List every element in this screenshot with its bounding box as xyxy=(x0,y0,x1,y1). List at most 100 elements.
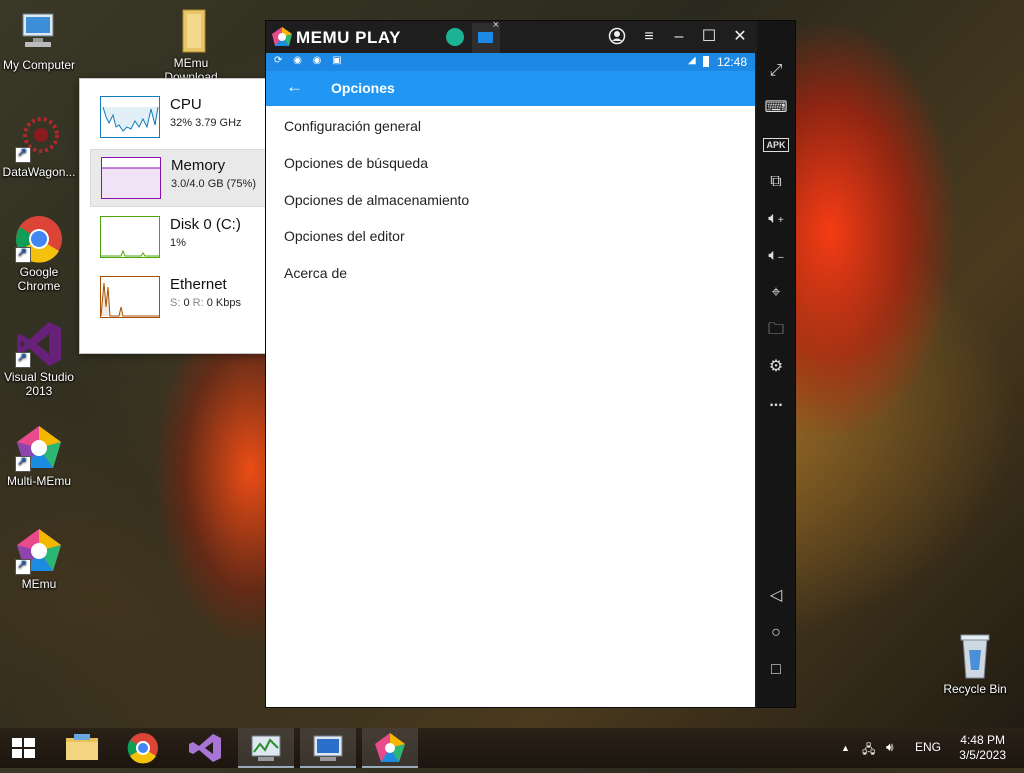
recent-apps-icon[interactable]: □ xyxy=(757,657,795,683)
ethernet-graph xyxy=(100,276,160,318)
desktop-icon-label: DataWagon... xyxy=(2,165,76,179)
receive-label: R: xyxy=(192,297,204,309)
taskbar-chrome[interactable] xyxy=(115,728,171,768)
desktop-icon-memu-download[interactable]: MEmu Download xyxy=(152,6,230,84)
desktop-icon-label: Recycle Bin xyxy=(943,682,1007,696)
perf-title: Ethernet xyxy=(170,276,227,293)
memu-brand: MEMU PLAY xyxy=(296,28,401,47)
close-icon[interactable]: ✕ xyxy=(729,27,751,47)
location-icon[interactable]: ⌖ xyxy=(757,280,795,306)
perf-row-memory[interactable]: Memory 3.0/4.0 GB (75%) xyxy=(90,149,267,207)
battery-icon xyxy=(703,56,709,67)
maximize-icon[interactable]: ☐ xyxy=(698,27,720,47)
perf-subtitle: S: 0 R: 0 Kbps xyxy=(170,297,241,309)
status-time: 12:48 xyxy=(717,55,748,69)
account-icon[interactable] xyxy=(606,27,628,47)
memu-sidebar: ⤢ ⌨ APK ⧉ 🔈︎+ 🔈︎– ⌖ 🗀︎ ⚙ ... ◁ ○ □ xyxy=(757,21,795,707)
clock-date: 3/5/2023 xyxy=(959,748,1006,762)
option-search-options[interactable]: Opciones de búsqueda xyxy=(284,155,428,171)
minimize-icon[interactable]: – xyxy=(668,27,690,47)
desktop-icon-memu[interactable]: MEmu xyxy=(0,527,78,591)
receive-value: 0 Kbps xyxy=(206,297,241,309)
desktop-icon-datawagon[interactable]: DataWagon... xyxy=(0,115,78,179)
chrome-icon xyxy=(15,215,63,263)
apk-icon[interactable]: APK xyxy=(757,132,795,158)
desktop-icon-label: Visual Studio 2013 xyxy=(4,370,74,398)
settings-icon[interactable]: ⚙ xyxy=(757,354,795,380)
volume-up-icon[interactable]: 🔈︎+ xyxy=(757,206,795,232)
apk-label: APK xyxy=(763,138,789,152)
android-app-bar: ← Opciones xyxy=(266,71,755,106)
perf-subtitle: 32% 3.79 GHz xyxy=(170,117,242,129)
back-icon[interactable]: ◁ xyxy=(757,583,795,609)
option-storage-options[interactable]: Opciones de almacenamiento xyxy=(284,192,469,208)
desktop-icon-google-chrome[interactable]: Google Chrome xyxy=(0,215,78,293)
app-tab-icon[interactable] xyxy=(446,28,464,46)
language-indicator[interactable]: ENG xyxy=(915,740,941,754)
disk-graph xyxy=(100,216,160,258)
perf-row-disk[interactable]: Disk 0 (C:) 1% xyxy=(90,209,265,265)
keyboard-icon[interactable]: ⌨ xyxy=(757,95,795,121)
memu-window: MEMU PLAY × ≡ – ☐ ✕ « ⟳ ◉ ◉ ▣ ◢ 12:48 ← … xyxy=(265,19,796,708)
cpu-graph xyxy=(100,96,160,138)
chrome-icon xyxy=(127,733,158,764)
memu-title-bar[interactable]: MEMU PLAY × ≡ – ☐ ✕ xyxy=(266,19,757,53)
memory-graph xyxy=(101,157,161,199)
perf-row-cpu[interactable]: CPU 32% 3.79 GHz xyxy=(90,89,265,145)
taskbar-visual-studio[interactable] xyxy=(177,728,233,768)
option-general-settings[interactable]: Configuración general xyxy=(284,118,421,134)
home-icon[interactable]: ○ xyxy=(757,620,795,646)
taskbar: ▲ 🖧︎ 🔊︎ ENG 4:48 PM 3/5/2023 xyxy=(0,728,1024,768)
perf-subtitle: 1% xyxy=(170,237,186,249)
desktop-icon-visual-studio[interactable]: Visual Studio 2013 xyxy=(0,320,78,398)
task-manager-performance-panel: CPU 32% 3.79 GHz Memory 3.0/4.0 GB (75%)… xyxy=(79,78,267,354)
desktop-icon-label: Google Chrome xyxy=(17,265,61,293)
volume-down-icon[interactable]: 🔈︎– xyxy=(757,243,795,269)
memu-logo-icon xyxy=(272,27,292,52)
multi-window-icon[interactable]: ⧉ xyxy=(757,169,795,195)
perf-subtitle: 3.0/4.0 GB (75%) xyxy=(171,178,256,190)
taskbar-remote-desktop[interactable] xyxy=(300,728,356,768)
taskbar-task-manager[interactable] xyxy=(238,728,294,768)
show-hidden-icons-button[interactable]: ▲ xyxy=(841,743,850,753)
start-button[interactable] xyxy=(0,728,48,768)
taskbar-file-explorer[interactable] xyxy=(54,728,110,768)
taskbar-memu[interactable] xyxy=(362,728,418,768)
visual-studio-icon xyxy=(15,320,63,368)
page-title: Opciones xyxy=(331,80,395,96)
fullscreen-icon[interactable]: ⤢ xyxy=(757,58,795,84)
status-notification-icons: ⟳ ◉ ◉ ▣ xyxy=(274,55,346,66)
perf-row-ethernet[interactable]: Ethernet S: 0 R: 0 Kbps xyxy=(90,269,265,325)
folder-icon[interactable]: 🗀︎ xyxy=(757,317,795,343)
remote-desktop-icon xyxy=(313,735,343,761)
desktop-icon-my-computer[interactable]: My Computer xyxy=(0,8,78,72)
volume-icon[interactable]: 🔊︎ xyxy=(886,740,894,755)
taskbar-clock[interactable]: 4:48 PM 3/5/2023 xyxy=(959,733,1006,763)
desktop-icon-recycle-bin[interactable]: Recycle Bin xyxy=(936,632,1014,696)
home-tab-icon[interactable]: × xyxy=(472,19,500,53)
multi-memu-icon xyxy=(15,424,63,472)
desktop-icon-label: MEmu xyxy=(21,577,57,591)
menu-icon[interactable]: ≡ xyxy=(638,27,660,47)
send-value: 0 xyxy=(183,297,190,309)
back-arrow-icon[interactable]: ← xyxy=(286,77,303,97)
perf-title: Disk 0 (C:) xyxy=(170,216,241,233)
shortcut-arrow-icon xyxy=(15,145,31,163)
desktop-icon-label: Multi-MEmu xyxy=(6,474,71,488)
option-about[interactable]: Acerca de xyxy=(284,265,347,281)
option-editor-options[interactable]: Opciones del editor xyxy=(284,228,405,244)
windows-logo-icon xyxy=(12,738,35,758)
memu-icon xyxy=(375,733,405,762)
visual-studio-icon xyxy=(189,734,221,762)
android-screen: ⟳ ◉ ◉ ▣ ◢ 12:48 ← Opciones Configuración… xyxy=(266,53,755,707)
memu-icon xyxy=(15,527,63,575)
network-icon[interactable]: 🖧︎ xyxy=(862,740,875,761)
android-status-bar: ⟳ ◉ ◉ ▣ ◢ 12:48 xyxy=(266,53,755,71)
file-explorer-icon xyxy=(66,734,98,760)
perf-title: CPU xyxy=(170,96,202,113)
datawagon-icon xyxy=(15,115,63,163)
desktop-icon-multi-memu[interactable]: Multi-MEmu xyxy=(0,424,78,488)
shortcut-arrow-icon xyxy=(15,557,31,575)
folder-icon xyxy=(167,6,215,54)
more-icon[interactable]: ... xyxy=(757,389,795,415)
